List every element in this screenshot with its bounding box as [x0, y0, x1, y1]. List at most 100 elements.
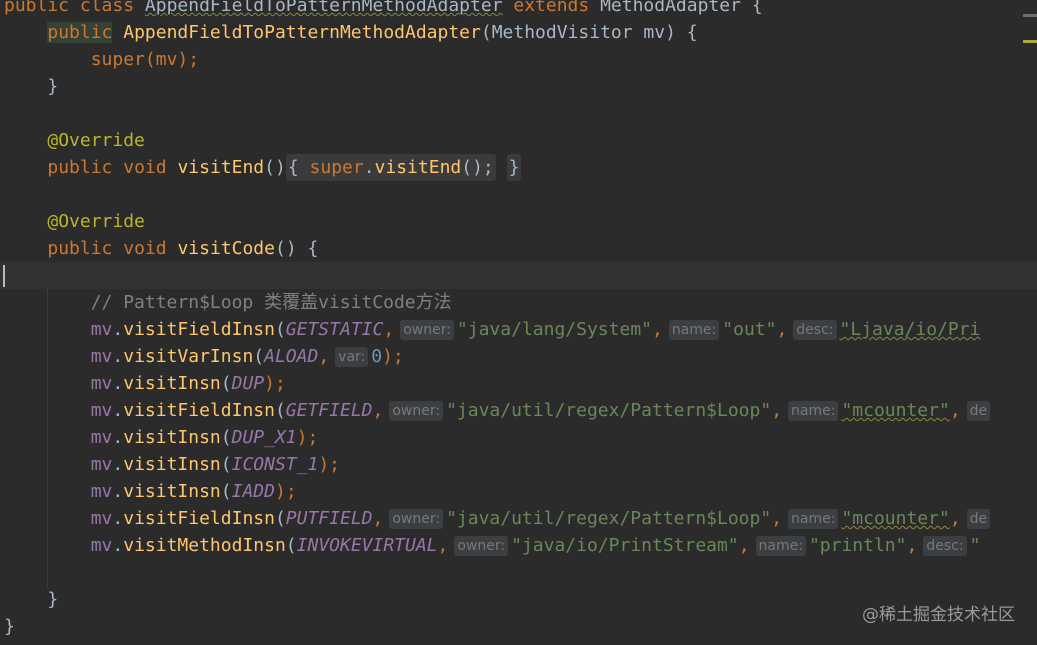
- opcode-constant: GETSTATIC: [285, 319, 384, 340]
- keyword: extends: [513, 0, 590, 16]
- warning-marker[interactable]: [1023, 40, 1037, 43]
- code-line-call[interactable]: mv.visitInsn(DUP);: [4, 370, 286, 397]
- param-hint: owner:: [400, 320, 454, 340]
- object-ref: mv: [90, 427, 113, 448]
- code-line-call[interactable]: mv.visitFieldInsn(GETFIELD, owner: "java/u…: [4, 397, 993, 424]
- string-arg: ": [969, 535, 981, 556]
- string-arg: "java/lang/System": [456, 319, 652, 340]
- statement-end: );: [274, 481, 297, 502]
- param-hint: name:: [788, 509, 839, 529]
- class-name: AppendFieldToPatternMethodAdapter: [144, 0, 503, 16]
- code-line-comment[interactable]: // Pattern$Loop 类覆盖visitCode方法: [4, 289, 452, 316]
- text-caret: [3, 265, 5, 287]
- method-call: visitInsn: [123, 373, 221, 394]
- statement-end: );: [296, 427, 319, 448]
- opcode-constant: GETFIELD: [285, 400, 373, 421]
- number-arg: 0: [371, 346, 383, 367]
- code-line-annotation[interactable]: @Override: [4, 208, 145, 235]
- code-line-call[interactable]: mv.visitInsn(IADD);: [4, 478, 297, 505]
- parens: (): [264, 157, 286, 178]
- code-line-close-brace[interactable]: }: [4, 73, 58, 100]
- method-name: visitEnd: [177, 157, 265, 178]
- code-line-close-class[interactable]: }: [4, 613, 15, 640]
- opcode-constant: PUTFIELD: [285, 508, 373, 529]
- method-call: visitInsn: [123, 454, 221, 475]
- brace: {: [751, 0, 763, 16]
- string-arg: "java/io/PrintStream": [511, 535, 739, 556]
- brace: {: [287, 157, 299, 178]
- watermark: @稀土掘金技术社区: [862, 605, 1015, 625]
- opcode-constant: DUP_X1: [231, 427, 297, 448]
- opcode-constant: ICONST_1: [231, 454, 319, 475]
- code-line-call[interactable]: mv.visitInsn(ICONST_1);: [4, 451, 340, 478]
- param-hint: name:: [788, 401, 839, 421]
- method-call: visitEnd: [374, 157, 462, 178]
- object-ref: mv: [90, 508, 113, 529]
- method-call: visitInsn: [123, 481, 221, 502]
- method-call: visitFieldInsn: [123, 319, 275, 340]
- code-line-visit-end[interactable]: public void visitEnd(){ super.visitEnd()…: [4, 154, 522, 181]
- dot: .: [363, 157, 375, 178]
- code-line-call[interactable]: mv.visitFieldInsn(GETSTATIC, owner: "java/…: [4, 316, 980, 343]
- override-annotation: @Override: [47, 211, 145, 232]
- method-call: visitMethodInsn: [123, 535, 286, 556]
- keyword: public: [47, 157, 113, 178]
- keyword: public: [47, 22, 113, 43]
- statement-end: );: [382, 346, 404, 367]
- call-args: ();: [461, 157, 494, 178]
- brace: }: [47, 76, 59, 97]
- opcode-constant: ALOAD: [264, 346, 319, 367]
- keyword: public: [4, 0, 70, 16]
- brace: }: [47, 589, 59, 610]
- keyword: super: [90, 49, 145, 70]
- call-args: (mv);: [144, 49, 200, 70]
- keyword: super: [309, 157, 364, 178]
- current-line-highlight: [0, 262, 1037, 289]
- code-line-call[interactable]: mv.visitMethodInsn(INVOKEVIRTUAL, owner: "…: [4, 532, 980, 559]
- code-line-call[interactable]: mv.visitInsn(DUP_X1);: [4, 424, 319, 451]
- method-name: visitCode: [177, 238, 275, 259]
- method-call: visitFieldInsn: [123, 400, 275, 421]
- warning-marker[interactable]: [1023, 14, 1037, 17]
- code-editor[interactable]: public class AppendFieldToPatternMethodA…: [0, 0, 1037, 645]
- param-hint: owner:: [454, 536, 509, 556]
- folded-region[interactable]: { super.visitEnd();: [285, 154, 496, 181]
- superclass-name: MethodAdapter: [600, 0, 741, 16]
- code-line-super-call[interactable]: super(mv);: [4, 46, 199, 73]
- parameters: (MethodVisitor mv) {: [480, 22, 698, 43]
- opcode-constant: DUP: [231, 373, 265, 394]
- opcode-constant: INVOKEVIRTUAL: [296, 535, 438, 556]
- code-line-annotation[interactable]: @Override: [4, 127, 145, 154]
- code-line-class-declaration[interactable]: public class AppendFieldToPatternMethodA…: [4, 0, 763, 19]
- string-arg: "java/util/regex/Pattern$Loop": [446, 508, 772, 529]
- param-hint: name:: [668, 320, 720, 340]
- string-arg: "java/util/regex/Pattern$Loop": [446, 400, 772, 421]
- param-hint: desc:: [923, 536, 967, 556]
- object-ref: mv: [90, 481, 113, 502]
- object-ref: mv: [90, 400, 113, 421]
- override-annotation: @Override: [47, 130, 145, 151]
- object-ref: mv: [90, 346, 113, 367]
- keyword: void: [123, 238, 167, 259]
- code-line-visit-code[interactable]: public void visitCode() {: [4, 235, 318, 262]
- code-line-call[interactable]: mv.visitVarInsn(ALOAD, var: 0);: [4, 343, 404, 370]
- statement-end: );: [318, 454, 341, 475]
- code-line-close-method[interactable]: }: [4, 586, 58, 613]
- code-line-constructor[interactable]: public AppendFieldToPatternMethodAdapter…: [4, 19, 698, 46]
- string-arg: "println": [808, 535, 907, 556]
- parens-brace: () {: [274, 238, 319, 259]
- keyword: public: [47, 238, 113, 259]
- opcode-constant: IADD: [231, 481, 275, 502]
- string-arg: "mcounter": [841, 400, 950, 421]
- string-arg: "Ljava/io/Pri: [839, 319, 981, 340]
- param-hint: owner:: [389, 401, 444, 421]
- param-hint: name:: [755, 536, 806, 556]
- param-hint: var:: [335, 347, 369, 367]
- param-hint: owner:: [389, 509, 444, 529]
- param-hint: de: [966, 401, 991, 421]
- constructor-name: AppendFieldToPatternMethodAdapter: [123, 22, 481, 43]
- object-ref: mv: [90, 319, 113, 340]
- object-ref: mv: [90, 454, 113, 475]
- code-line-call[interactable]: mv.visitFieldInsn(PUTFIELD, owner: "java/u…: [4, 505, 993, 532]
- folded-brace[interactable]: }: [506, 154, 522, 181]
